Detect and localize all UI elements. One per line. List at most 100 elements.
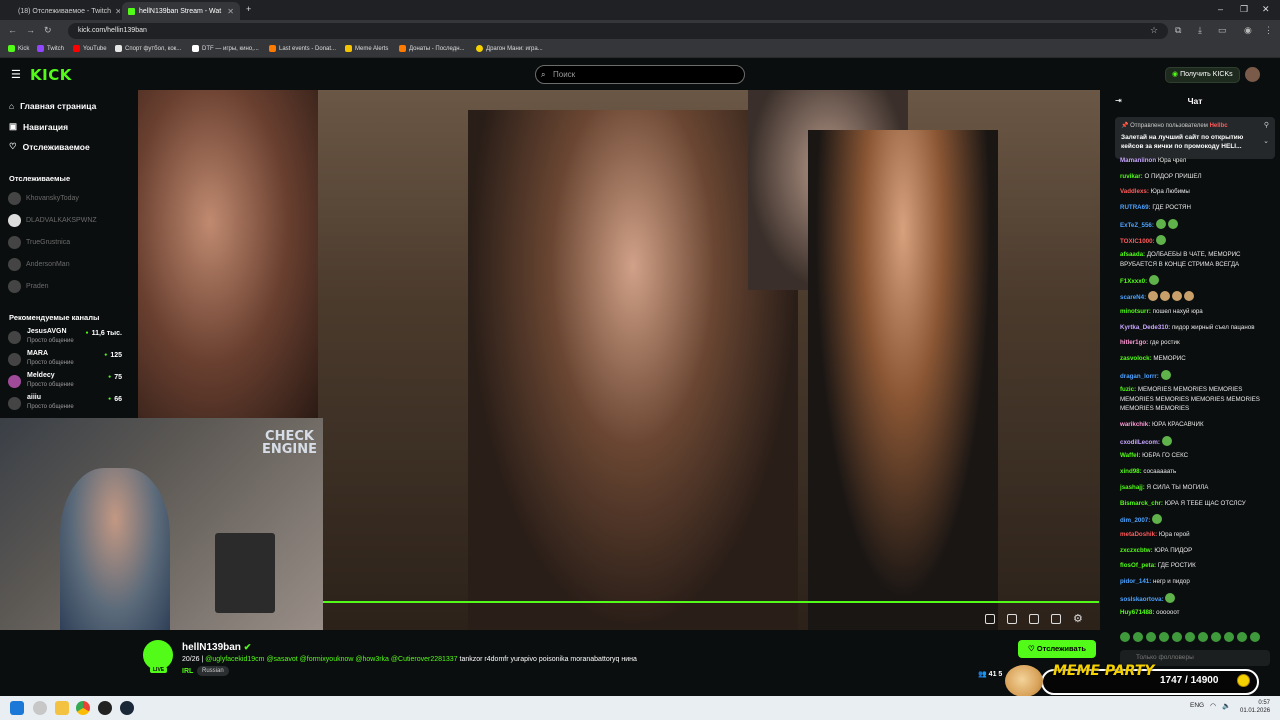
recommended-channel[interactable]: Meldecy Просто общение 75 (8, 372, 122, 392)
close-window-icon[interactable]: ✕ (1262, 4, 1270, 15)
chat-username[interactable]: xind98: (1120, 468, 1142, 475)
bookmark-item[interactable]: Last events - Donat... (269, 45, 336, 52)
title-mention[interactable]: @Cutierover2281337 (391, 656, 458, 663)
chat-username[interactable]: TOXIC1000: (1120, 238, 1155, 245)
category-link[interactable]: IRL (182, 668, 193, 675)
video-progress-bar[interactable] (323, 601, 1099, 603)
title-mention[interactable]: @formixyouknow (300, 656, 354, 663)
chat-username[interactable]: Waffel: (1120, 452, 1140, 459)
title-mention[interactable]: @sasavot (266, 656, 297, 663)
emote-icon[interactable] (1224, 632, 1234, 642)
system-clock[interactable]: 0:57 01.01.2026 (1240, 699, 1270, 715)
user-avatar[interactable] (1245, 67, 1260, 82)
bookmark-item[interactable]: Донаты - Последн... (399, 45, 465, 52)
chat-username[interactable]: dim_2007: (1120, 517, 1150, 524)
close-icon[interactable]: ✕ (115, 7, 120, 16)
chat-username[interactable]: Huy671488: (1120, 609, 1154, 616)
chrome-icon[interactable] (76, 701, 90, 715)
kick-logo[interactable]: KICK (30, 66, 72, 84)
emote-icon[interactable] (1172, 632, 1182, 642)
chat-username[interactable]: ExTeZ_556: (1120, 222, 1154, 229)
extensions-icon[interactable]: ⧉ (1175, 25, 1181, 36)
chat-username[interactable]: zxczxcbtw: (1120, 547, 1153, 554)
chat-username[interactable]: Kyrtka_Dede310: (1120, 324, 1170, 331)
fullscreen-icon[interactable] (1051, 614, 1061, 624)
bookmark-item[interactable]: Спорт футбол, кок... (115, 45, 181, 52)
settings-gear-icon[interactable]: ⚙ (1073, 612, 1083, 625)
browser-tab-kick[interactable]: hellN139ban Stream - Wat ✕ (122, 2, 240, 20)
keyboard-language[interactable]: ENG (1190, 702, 1204, 709)
sidepanel-icon[interactable]: ▭ (1218, 25, 1227, 36)
downloads-icon[interactable]: ⤓ (1198, 25, 1202, 36)
sidebar-channel[interactable]: AndersonMan (8, 258, 128, 271)
chat-username[interactable]: cxodilLecom: (1120, 439, 1160, 446)
bookmark-item[interactable]: DTF — игры, кино,... (192, 45, 259, 52)
chat-username[interactable]: hitler1go: (1120, 339, 1148, 346)
file-explorer-icon[interactable] (55, 701, 69, 715)
chat-username[interactable]: Mamaniinon (1120, 157, 1156, 164)
sidebar-channel[interactable]: TrueGrustnica (8, 236, 128, 249)
chat-username[interactable]: fuzic: (1120, 386, 1136, 393)
recommended-channel[interactable]: aiiiu Просто общение 66 (8, 394, 122, 414)
bookmark-item[interactable]: Meme Alerts (345, 45, 388, 52)
title-mention[interactable]: @how3rka (355, 656, 389, 663)
chat-username[interactable]: afsaada: (1120, 251, 1145, 258)
chat-username[interactable]: metaDoshik: (1120, 531, 1157, 538)
bookmark-item[interactable]: YouTube (73, 45, 107, 52)
emote-icon[interactable] (1198, 632, 1208, 642)
close-icon[interactable]: ✕ (227, 7, 234, 16)
back-icon[interactable]: ← (8, 25, 17, 35)
bookmark-item[interactable]: Twitch (37, 45, 64, 52)
chat-username[interactable]: minotsurr: (1120, 308, 1151, 315)
chat-username[interactable]: jsashajj: (1120, 484, 1145, 491)
language-tag[interactable]: Russian (197, 666, 229, 676)
chat-username[interactable]: zasvolock: (1120, 355, 1152, 362)
chat-username[interactable]: Bismarck_chr: (1120, 500, 1163, 507)
emote-icon[interactable] (1237, 632, 1247, 642)
windows-start-icon[interactable] (10, 701, 24, 715)
wifi-icon[interactable]: ◠ (1210, 702, 1216, 710)
nav-following[interactable]: ♡ Отслеживаемое (9, 141, 90, 152)
emote-icon[interactable] (1211, 632, 1221, 642)
chat-username[interactable]: Vaddlexs: (1120, 188, 1149, 195)
volume-icon[interactable]: 🔈 (1222, 702, 1231, 710)
emote-icon[interactable] (1185, 632, 1195, 642)
bookmark-item[interactable]: Kick (8, 45, 29, 52)
pip-icon[interactable] (985, 614, 995, 624)
theater-mode-icon[interactable] (1029, 614, 1039, 624)
restore-icon[interactable]: ❐ (1240, 4, 1248, 15)
emote-icon[interactable] (1120, 632, 1130, 642)
channel-name[interactable]: hellN139ban ✔ (182, 642, 251, 653)
get-kicks-button[interactable]: ◉ Получить KICKs (1165, 67, 1240, 83)
yandex-icon[interactable] (33, 701, 47, 715)
chat-username[interactable]: ruvikar: (1120, 173, 1143, 180)
hamburger-menu-icon[interactable]: ☰ (11, 68, 21, 81)
emote-icon[interactable] (1133, 632, 1143, 642)
chat-username[interactable]: F1Xxxx0: (1120, 278, 1147, 285)
forward-icon[interactable]: → (26, 25, 35, 35)
search-input[interactable]: Поиск (535, 65, 745, 84)
minimize-icon[interactable]: – (1218, 4, 1223, 14)
sidebar-channel[interactable]: KhovanskyToday (8, 192, 128, 205)
title-mention[interactable]: @uglyfacekid19cm (205, 656, 264, 663)
url-input[interactable]: kick.com/hellin139ban (68, 23, 1168, 39)
sidebar-channel[interactable]: DLADVALKAKSPWNZ (8, 214, 128, 227)
obs-icon[interactable] (98, 701, 112, 715)
chat-username[interactable]: dragan_lorrr: (1120, 373, 1159, 380)
bookmark-item[interactable]: Драгон Мани: игра... (476, 45, 543, 52)
new-tab-icon[interactable]: + (246, 4, 251, 14)
chat-username[interactable]: scareN4: (1120, 294, 1146, 301)
chat-username[interactable]: warikchik: (1120, 421, 1150, 428)
channel-avatar[interactable] (143, 640, 173, 670)
bookmark-star-icon[interactable]: ☆ (1150, 25, 1158, 36)
profile-icon[interactable]: ◉ (1244, 25, 1252, 36)
nav-home[interactable]: ⌂ Главная страница (9, 101, 96, 111)
browser-tab-twitch[interactable]: (18) Отслеживаемое - Twitch ✕ (8, 2, 120, 20)
pin-icon[interactable]: ⚲ (1264, 121, 1269, 129)
menu-dots-icon[interactable]: ⋮ (1264, 25, 1273, 36)
clip-icon[interactable] (1007, 614, 1017, 624)
recommended-channel[interactable]: MARA Просто общение 125 (8, 350, 122, 370)
emote-icon[interactable] (1159, 632, 1169, 642)
chat-username[interactable]: soslskaortova: (1120, 596, 1164, 603)
chat-username[interactable]: flosOf_peta: (1120, 562, 1156, 569)
